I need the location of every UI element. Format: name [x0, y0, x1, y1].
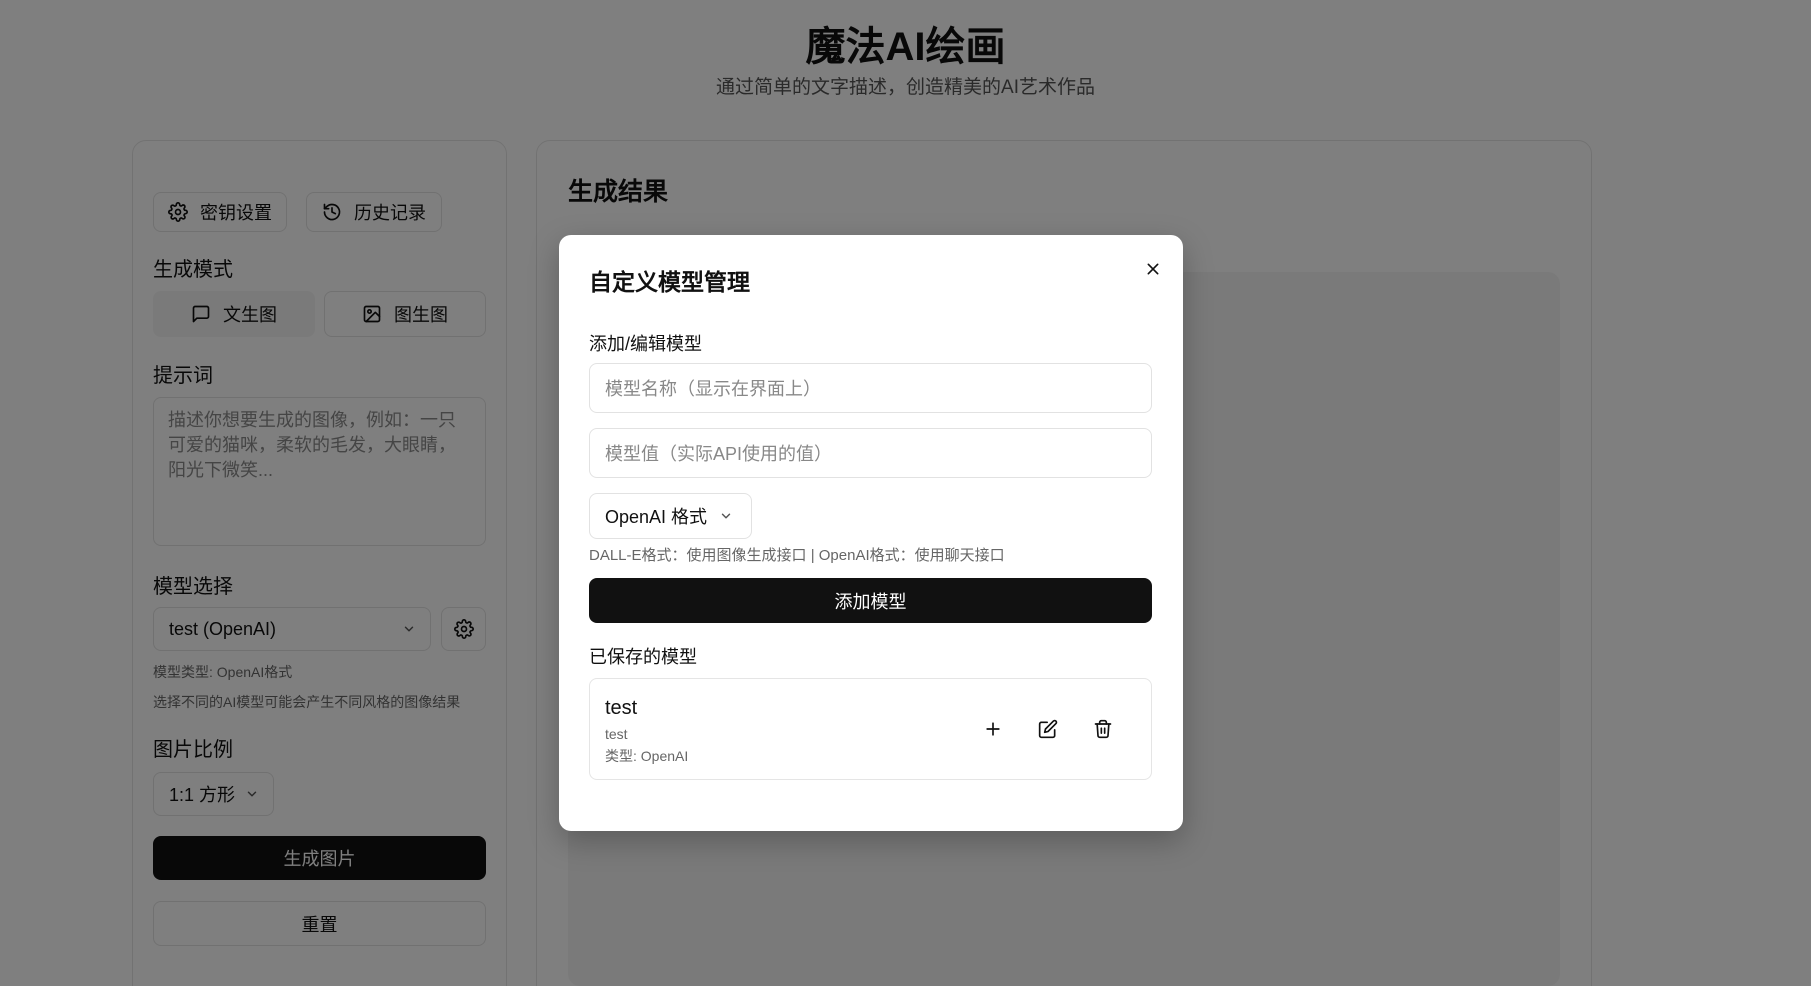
- close-icon: [1147, 263, 1159, 275]
- model-value-placeholder: 模型值（实际API使用的值）: [605, 444, 833, 464]
- add-edit-label: 添加/编辑模型: [589, 334, 703, 354]
- model-name-placeholder: 模型名称（显示在界面上）: [605, 379, 821, 399]
- dialog-title: 自定义模型管理: [589, 269, 750, 295]
- use-model-button[interactable]: [979, 715, 1007, 743]
- edit-icon: [1038, 719, 1058, 739]
- delete-model-button[interactable]: [1089, 715, 1117, 743]
- chevron-down-icon: [721, 513, 731, 519]
- edit-model-button[interactable]: [1034, 715, 1062, 743]
- format-hint: DALL-E格式：使用图像生成接口 | OpenAI格式：使用聊天接口: [589, 547, 1005, 564]
- plus-icon: [986, 722, 1000, 736]
- saved-models-label: 已保存的模型: [589, 647, 697, 667]
- trash-icon: [1094, 719, 1112, 739]
- custom-model-dialog: 自定义模型管理 添加/编辑模型 模型名称（显示在界面上） 模型值（实际API使用…: [559, 235, 1183, 831]
- format-select-value: OpenAI 格式: [605, 507, 708, 527]
- app-page: 魔法AI绘画 通过简单的文字描述，创造精美的AI艺术作品 密钥设置 历史记录 生…: [0, 0, 1811, 986]
- format-select[interactable]: OpenAI 格式: [589, 493, 752, 539]
- model-name-input[interactable]: 模型名称（显示在界面上）: [589, 363, 1152, 413]
- close-button[interactable]: [1139, 255, 1167, 283]
- saved-model-value: test: [605, 726, 628, 742]
- add-model-button[interactable]: 添加模型: [589, 578, 1152, 623]
- model-value-input[interactable]: 模型值（实际API使用的值）: [589, 428, 1152, 478]
- saved-model-name: test: [605, 697, 638, 719]
- saved-model-type: 类型: OpenAI: [605, 748, 689, 764]
- saved-model-item: test test 类型: OpenAI: [589, 678, 1152, 780]
